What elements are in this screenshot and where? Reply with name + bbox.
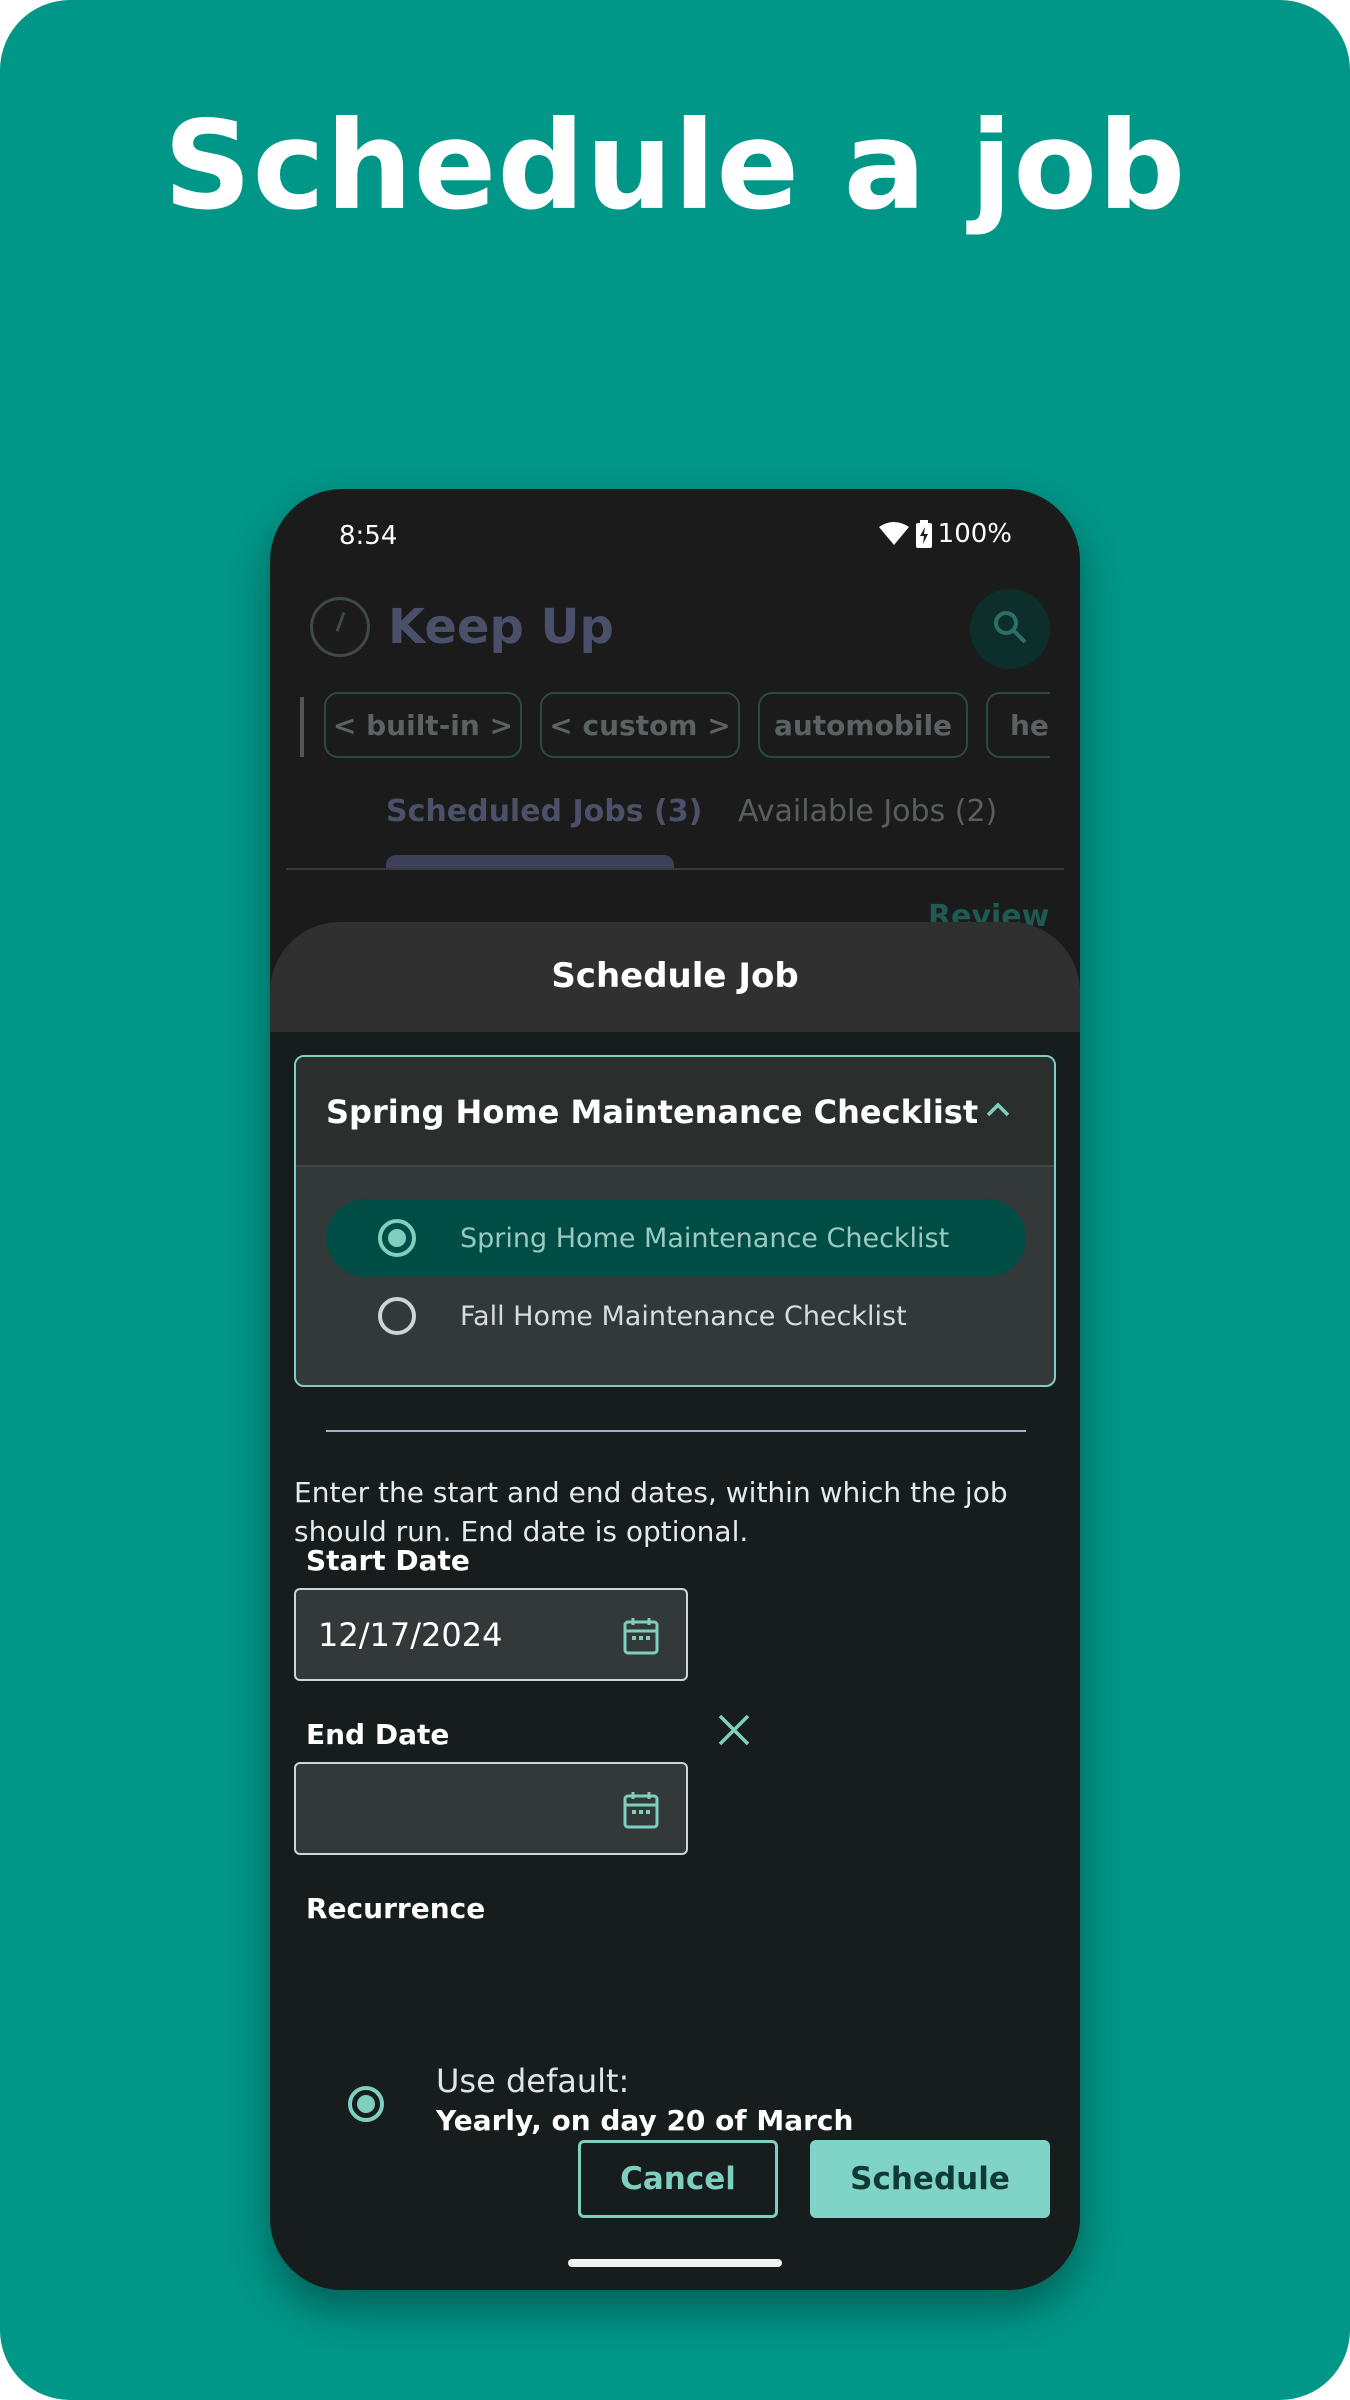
- job-dropdown-header[interactable]: Spring Home Maintenance Checklist: [296, 1057, 1054, 1167]
- app-title: Keep Up: [388, 599, 614, 655]
- chevron-up-icon[interactable]: [984, 1095, 1012, 1127]
- status-icons: 100%: [878, 519, 1012, 549]
- chip-divider: [300, 697, 304, 757]
- cancel-button[interactable]: Cancel: [578, 2140, 778, 2218]
- tab-scheduled-jobs[interactable]: Scheduled Jobs (3): [386, 794, 702, 829]
- section-divider: [326, 1430, 1026, 1432]
- app-logo-icon: [310, 597, 370, 657]
- recurrence-option-detail: Yearly, on day 20 of March: [436, 2104, 854, 2137]
- job-option-label: Spring Home Maintenance Checklist: [460, 1223, 950, 1254]
- home-indicator[interactable]: [568, 2259, 782, 2267]
- headline: Schedule a job: [163, 95, 1187, 237]
- phone-frame: 8:54 100% Keep Up < built-in > < custom …: [270, 489, 1080, 2290]
- chip-automobile[interactable]: automobile: [758, 692, 968, 758]
- clear-end-date-icon[interactable]: [716, 1712, 752, 1748]
- chip-health[interactable]: hea: [986, 692, 1050, 758]
- job-dropdown: Spring Home Maintenance Checklist Spring…: [294, 1055, 1056, 1387]
- promo-background: Schedule a job 8:54 100% Keep Up < built…: [0, 0, 1350, 2400]
- tab-available-jobs[interactable]: Available Jobs (2): [738, 794, 997, 829]
- status-time: 8:54: [339, 521, 398, 551]
- start-date-value: 12/17/2024: [318, 1616, 503, 1654]
- job-option-fall[interactable]: Fall Home Maintenance Checklist: [326, 1277, 1026, 1355]
- end-date-label: End Date: [306, 1718, 450, 1751]
- job-dropdown-value: Spring Home Maintenance Checklist: [326, 1093, 979, 1131]
- sheet-title: Schedule Job: [551, 956, 799, 996]
- schedule-job-sheet: Schedule Job Spring Home Maintenance Che…: [270, 922, 1080, 2290]
- battery-percent: 100%: [937, 519, 1012, 549]
- schedule-button[interactable]: Schedule: [810, 2140, 1050, 2218]
- chip-custom[interactable]: < custom >: [540, 692, 740, 758]
- calendar-icon[interactable]: [622, 1790, 660, 1834]
- tab-indicator: [386, 855, 674, 869]
- job-option-label: Fall Home Maintenance Checklist: [460, 1301, 907, 1332]
- battery-charging-icon: [915, 520, 932, 548]
- wifi-icon: [878, 521, 910, 547]
- status-bar: 8:54 100%: [270, 489, 1080, 579]
- calendar-icon[interactable]: [622, 1616, 660, 1660]
- recurrence-label: Recurrence: [306, 1892, 486, 1925]
- start-date-field[interactable]: 12/17/2024: [294, 1588, 688, 1681]
- radio-selected-icon: [378, 1219, 416, 1257]
- job-option-spring[interactable]: Spring Home Maintenance Checklist: [326, 1199, 1026, 1277]
- recurrence-default-radio[interactable]: [347, 2085, 385, 2123]
- chip-built-in[interactable]: < built-in >: [324, 692, 522, 758]
- search-button[interactable]: [970, 589, 1050, 669]
- sheet-header: Schedule Job: [270, 922, 1080, 1032]
- category-chips: < built-in > < custom > automobile hea: [300, 692, 1050, 762]
- date-instructions: Enter the start and end dates, within wh…: [294, 1476, 1008, 1548]
- radio-unselected-icon: [378, 1297, 416, 1335]
- tab-divider: [286, 868, 1064, 870]
- start-date-label: Start Date: [306, 1544, 470, 1577]
- end-date-field[interactable]: [294, 1762, 688, 1855]
- recurrence-option-title: Use default:: [436, 2062, 630, 2100]
- search-icon: [991, 608, 1029, 650]
